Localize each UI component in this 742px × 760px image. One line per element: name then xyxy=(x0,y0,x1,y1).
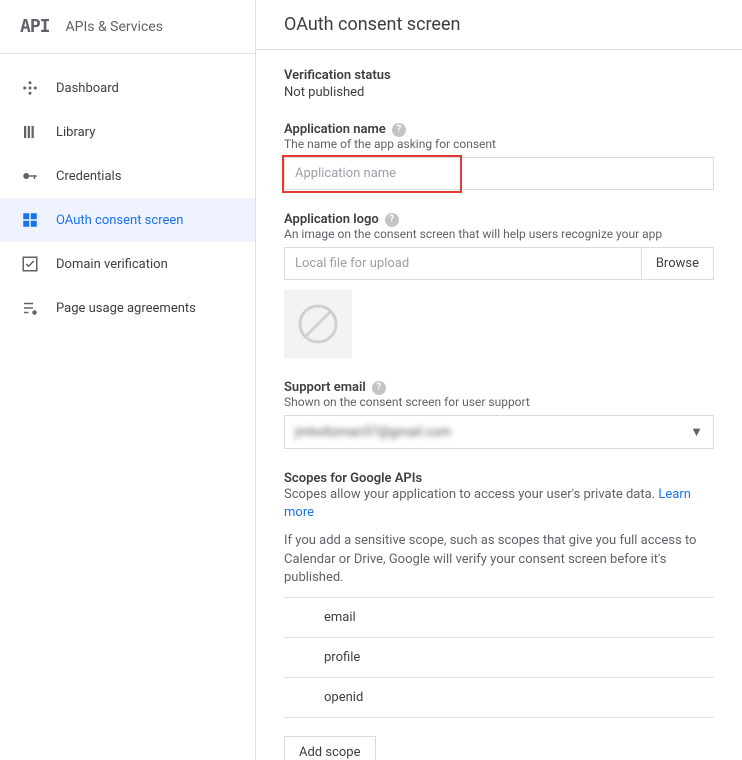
main-content: OAuth consent screen Verification status… xyxy=(256,0,742,760)
logo-placeholder xyxy=(284,290,352,358)
nav-label: Domain verification xyxy=(56,257,168,272)
sidebar-header: API APIs & Services xyxy=(0,0,255,54)
scopes-section: Scopes for Google APIs Scopes allow your… xyxy=(284,467,714,760)
help-icon[interactable]: ? xyxy=(392,123,406,137)
scope-row: openid xyxy=(284,678,714,718)
chevron-down-icon: ▼ xyxy=(690,424,703,440)
verification-value: Not published xyxy=(284,85,714,100)
add-scope-button[interactable]: Add scope xyxy=(284,736,376,760)
api-logo: API xyxy=(20,16,50,37)
app-name-label: Application name ? xyxy=(284,122,406,137)
browse-button[interactable]: Browse xyxy=(642,247,714,280)
app-name-hint: The name of the app asking for consent xyxy=(284,137,714,151)
sidebar-item-oauth-consent[interactable]: OAuth consent screen xyxy=(0,198,255,242)
help-icon[interactable]: ? xyxy=(372,381,386,395)
upload-path-input[interactable]: Local file for upload xyxy=(284,247,642,280)
application-name-field: Application name ? The name of the app a… xyxy=(284,118,714,190)
dashboard-icon xyxy=(20,78,40,98)
check-icon xyxy=(20,254,40,274)
no-image-icon xyxy=(298,304,338,344)
sidebar-item-library[interactable]: Library xyxy=(0,110,255,154)
sidebar-item-credentials[interactable]: Credentials xyxy=(0,154,255,198)
nav-label: Credentials xyxy=(56,169,121,184)
library-icon xyxy=(20,122,40,142)
app-logo-hint: An image on the consent screen that will… xyxy=(284,227,714,241)
key-icon xyxy=(20,166,40,186)
nav-label: Page usage agreements xyxy=(56,301,196,316)
scopes-label: Scopes for Google APIs xyxy=(284,471,422,486)
scopes-warning: If you add a sensitive scope, such as sc… xyxy=(284,532,714,587)
verification-label: Verification status xyxy=(284,68,714,83)
nav-label: OAuth consent screen xyxy=(56,213,183,228)
sidebar-item-domain-verification[interactable]: Domain verification xyxy=(0,242,255,286)
scopes-hint: Scopes allow your application to access … xyxy=(284,487,655,502)
sidebar: API APIs & Services Dashboard Library xyxy=(0,0,256,760)
app-logo-label: Application logo ? xyxy=(284,212,399,227)
support-email-field: Support email ? Shown on the consent scr… xyxy=(284,376,714,449)
app-name-input[interactable] xyxy=(284,157,714,190)
sidebar-nav: Dashboard Library Credentials OAuth cons… xyxy=(0,54,255,330)
application-logo-field: Application logo ? An image on the conse… xyxy=(284,208,714,358)
help-icon[interactable]: ? xyxy=(385,213,399,227)
sidebar-title: APIs & Services xyxy=(66,19,163,35)
scope-row: profile xyxy=(284,638,714,678)
sidebar-item-dashboard[interactable]: Dashboard xyxy=(0,66,255,110)
agreements-icon xyxy=(20,298,40,318)
verification-status: Verification status Not published xyxy=(284,68,714,100)
support-email-label: Support email ? xyxy=(284,380,386,395)
nav-label: Dashboard xyxy=(56,81,119,96)
scope-list: email profile openid xyxy=(284,597,714,718)
scope-row: email xyxy=(284,598,714,638)
nav-label: Library xyxy=(56,125,95,140)
support-email-value: jmholtzman57@gmail.com xyxy=(295,425,451,440)
support-email-select[interactable]: jmholtzman57@gmail.com ▼ xyxy=(284,415,714,449)
page-title: OAuth consent screen xyxy=(256,0,742,50)
support-email-hint: Shown on the consent screen for user sup… xyxy=(284,395,714,409)
consent-icon xyxy=(20,210,40,230)
sidebar-item-page-usage[interactable]: Page usage agreements xyxy=(0,286,255,330)
